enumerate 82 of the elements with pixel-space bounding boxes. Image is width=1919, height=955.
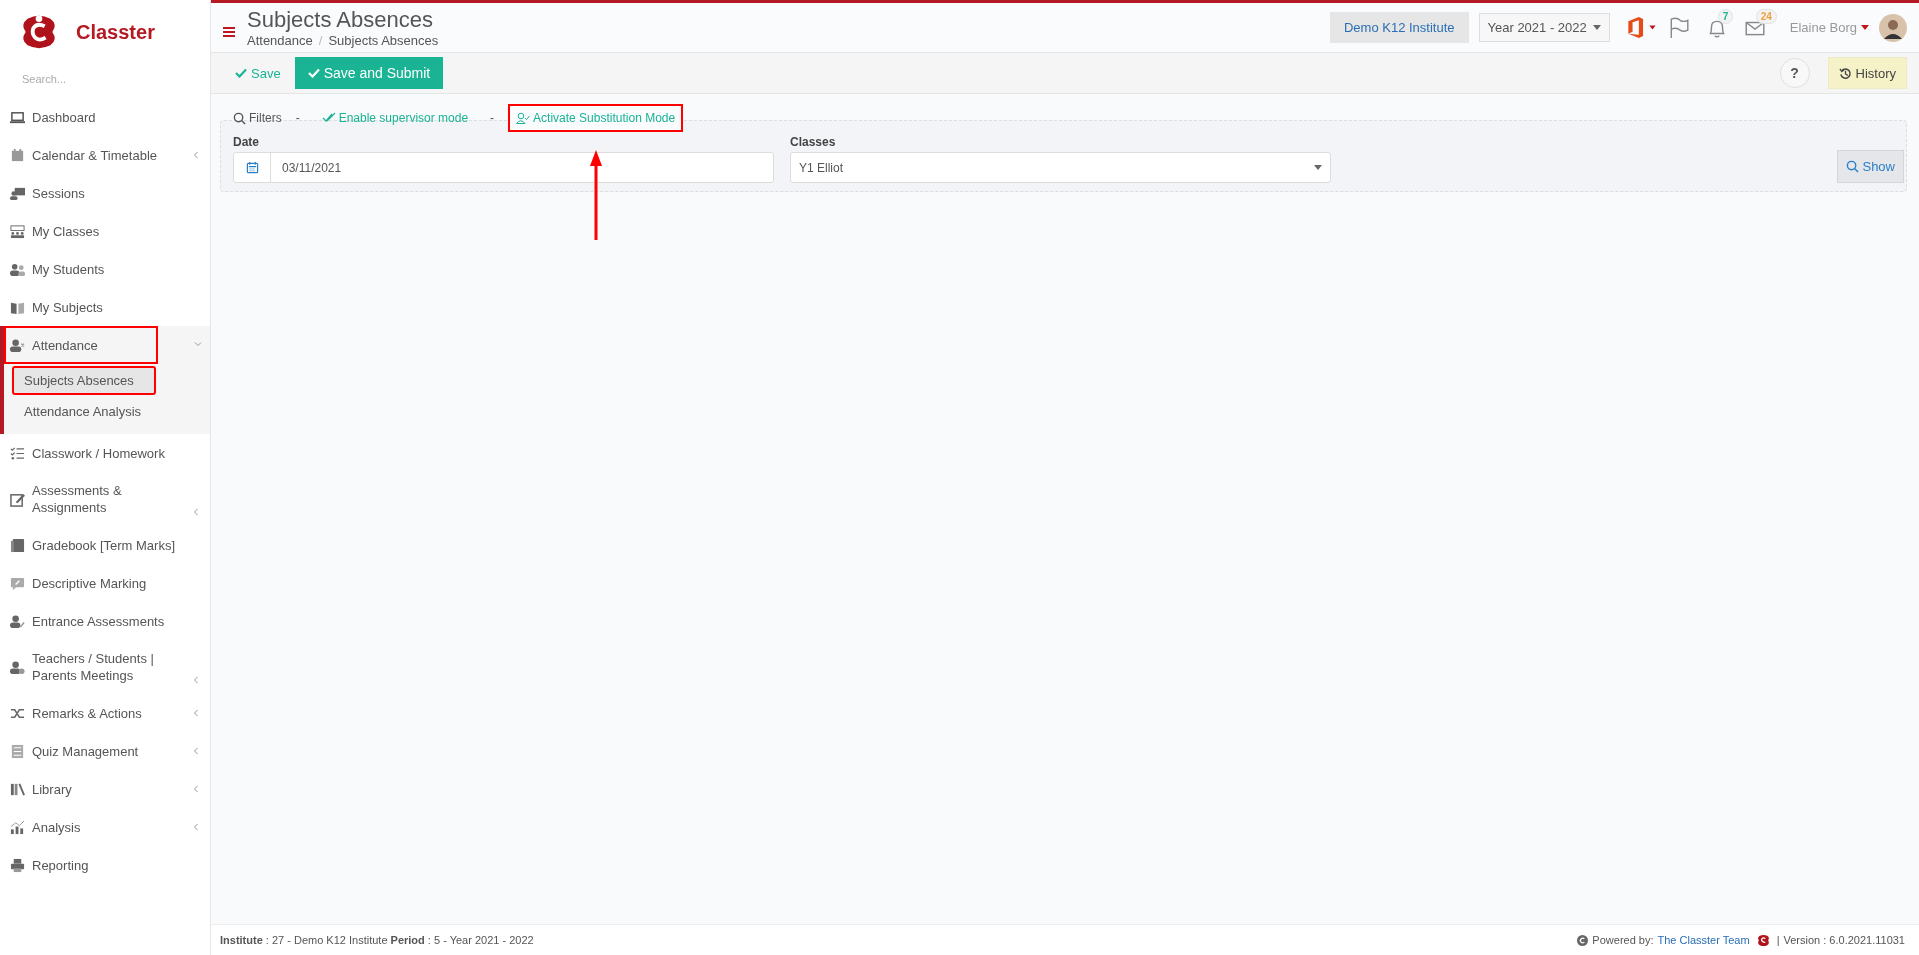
sidebar-item[interactable]: My Subjects xyxy=(0,288,208,326)
breadcrumb-item[interactable]: Attendance xyxy=(247,33,313,48)
version-label: Version : 6.0.2021.11031 xyxy=(1783,934,1905,946)
list-icon xyxy=(10,743,25,759)
sidebar-item[interactable]: Gradebook [Term Marks] xyxy=(0,526,208,564)
sidebar-item[interactable]: Library xyxy=(0,770,208,808)
chevron-left-icon xyxy=(192,747,200,755)
history-icon xyxy=(1838,66,1852,80)
sidebar-item[interactable]: My Classes xyxy=(0,212,208,250)
page-title: Subjects Absences xyxy=(247,7,434,33)
field-label: Classes xyxy=(790,135,837,149)
avatar-silhouette-icon[interactable] xyxy=(1879,13,1907,42)
sidebar-item[interactable]: Analysis xyxy=(0,808,208,846)
sidebar-item[interactable]: Dashboard xyxy=(0,98,208,136)
pencil-icon xyxy=(10,491,25,507)
chevron-left-icon xyxy=(192,709,200,717)
sidebar-item[interactable]: Reporting xyxy=(0,846,208,884)
comment-icon xyxy=(10,575,25,591)
user-check-icon xyxy=(516,112,531,124)
office-icon[interactable] xyxy=(1625,17,1658,38)
classes-dropdown[interactable]: Y1 Elliot xyxy=(790,152,1331,183)
checklist-icon xyxy=(10,445,25,461)
user-edit-icon xyxy=(10,613,25,629)
help-button[interactable]: ? xyxy=(1779,58,1810,88)
user-x-icon xyxy=(10,337,25,353)
footer-separator: | xyxy=(1776,934,1780,946)
copyright-icon xyxy=(1577,934,1589,946)
menu-icon[interactable] xyxy=(223,26,235,37)
search-field[interactable]: Search... xyxy=(20,72,184,86)
laptop-icon xyxy=(10,109,25,125)
show-button[interactable]: Show xyxy=(1837,150,1904,183)
group-icon xyxy=(10,223,25,239)
sidebar-item[interactable]: Calendar & Timetable xyxy=(0,136,208,174)
presentation-icon xyxy=(10,185,25,201)
sidebar-item[interactable]: My Students xyxy=(0,250,208,288)
separator-dash: - xyxy=(490,111,495,125)
notification-badge: 7 xyxy=(1717,8,1734,24)
submenu-item[interactable]: Attendance Analysis xyxy=(12,397,208,426)
sidebar-item[interactable]: Quiz Management xyxy=(0,732,208,770)
breadcrumb-item[interactable]: Subjects Absences xyxy=(328,33,439,48)
search-icon xyxy=(1846,160,1860,173)
check-icon xyxy=(235,68,247,78)
logo-text: Classter xyxy=(76,20,155,44)
sidebar-item[interactable]: Teachers / Students | Parents Meetings xyxy=(0,640,208,694)
sidebar-item[interactable]: Assessments & Assignments xyxy=(0,472,208,526)
history-button[interactable]: History xyxy=(1827,57,1907,89)
check-icon xyxy=(307,68,320,78)
date-field[interactable]: 03/11/2021 xyxy=(233,152,774,183)
books-icon xyxy=(10,781,25,797)
logo-icon xyxy=(1756,933,1770,947)
chevron-left-icon xyxy=(192,785,200,793)
sidebar-item[interactable]: Classwork / Homework xyxy=(0,434,208,472)
footer-info: Institute : 27 - Demo K12 Institute Period : 5 - Year 2021 - 2022 xyxy=(220,934,534,946)
filters-label: Filters xyxy=(233,111,282,125)
breadcrumb-separator: / xyxy=(318,33,323,48)
sidebar-item[interactable]: Entrance Assessments xyxy=(0,602,208,640)
chevron-left-icon xyxy=(192,823,200,831)
chevron-left-icon xyxy=(192,508,200,516)
submenu-item[interactable]: Subjects Absences xyxy=(12,366,156,395)
powered-by-label: Powered by: xyxy=(1592,934,1654,946)
user-clock-icon xyxy=(10,659,25,675)
calendar-icon xyxy=(245,161,259,174)
separator-dash: - xyxy=(295,111,300,125)
chevron-left-icon xyxy=(192,676,200,684)
chevron-down-icon xyxy=(194,340,202,348)
calendar-icon xyxy=(10,147,25,163)
printer-icon xyxy=(10,857,25,873)
team-link[interactable]: The Classter Team xyxy=(1657,934,1750,946)
users-icon xyxy=(10,261,25,277)
field-label: Date xyxy=(233,135,260,149)
chart-icon xyxy=(10,819,25,835)
institute-button[interactable]: Demo K12 Institute xyxy=(1329,12,1469,43)
sidebar-item[interactable]: Sessions xyxy=(0,174,208,212)
logo-icon xyxy=(20,13,58,51)
year-dropdown[interactable]: Year 2021 - 2022 xyxy=(1478,13,1610,42)
sidebar-item[interactable]: Remarks & Actions xyxy=(0,694,208,732)
search-icon xyxy=(233,111,246,125)
sidebar-item[interactable]: Descriptive Marking xyxy=(0,564,208,602)
notebook-icon xyxy=(10,537,25,553)
chevron-left-icon xyxy=(192,151,200,159)
message-badge: 24 xyxy=(1755,8,1777,24)
double-check-icon xyxy=(321,112,336,124)
